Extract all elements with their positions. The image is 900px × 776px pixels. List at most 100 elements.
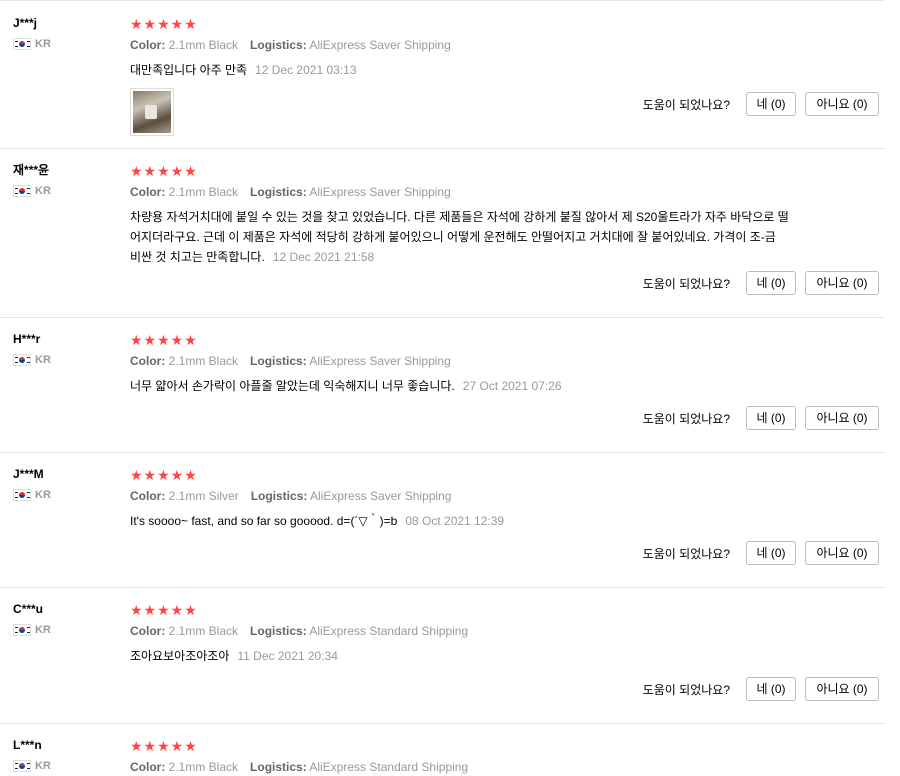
color-value: 2.1mm Black: [168, 354, 239, 368]
review-content: ★★★★★ Color: 2.1mm Black Logistics: AliEx…: [130, 602, 830, 666]
reviewer-info: J***j KR: [13, 16, 123, 50]
reviewer-info: H***r KR: [13, 332, 123, 366]
review-body: 너무 얇아서 손가락이 아플줄 알았는데 익숙해지니 너무 좋습니다.: [130, 379, 455, 393]
vote-no-button[interactable]: 아니요 (0): [805, 92, 879, 116]
vote-yes-button[interactable]: 네 (0): [746, 406, 796, 430]
review-content: ★★★★★ Color: 2.1mm Black Logistics: AliEx…: [130, 738, 830, 774]
review-body: 조아요보아조아조아: [130, 649, 230, 663]
korea-flag-icon: [13, 38, 31, 50]
reviewer-name: C***u: [13, 602, 44, 616]
review-body: 대만족입니다 아주 만족: [130, 63, 248, 77]
logistics-value: AliExpress Saver Shipping: [310, 489, 452, 503]
logistics-value: AliExpress Saver Shipping: [309, 38, 451, 52]
review-text: 차량용 자석거치대에 붙일 수 있는 것을 찾고 있었습니다. 다른 제품들은 …: [130, 207, 790, 267]
reviewer-name: L***n: [13, 738, 42, 752]
review-content: ★★★★★ Color: 2.1mm Black Logistics: AliEx…: [130, 163, 830, 267]
logistics-label: Logistics:: [250, 624, 307, 638]
korea-flag-icon: [13, 354, 31, 366]
color-value: 2.1mm Black: [168, 185, 239, 199]
logistics-label: Logistics:: [250, 38, 307, 52]
review-text: It's soooo~ fast, and so far so gooood. …: [130, 511, 790, 531]
logistics-value: AliExpress Standard Shipping: [309, 624, 469, 638]
korea-flag-icon: [13, 760, 31, 772]
review-divider: [0, 587, 885, 588]
korea-flag-icon: [13, 624, 31, 636]
reviewer-name: J***M: [13, 467, 44, 481]
reviewer-country: KR: [13, 489, 123, 501]
color-label: Color:: [130, 185, 166, 199]
vote-yes-button[interactable]: 네 (0): [746, 677, 796, 701]
color-label: Color:: [130, 38, 166, 52]
country-code: KR: [35, 185, 51, 197]
helpful-vote: 도움이 되었나요? 네 (0) 아니요 (0): [643, 92, 879, 116]
review-divider: [0, 148, 885, 149]
vote-no-button[interactable]: 아니요 (0): [805, 677, 879, 701]
reviewer-name: 재***윤: [13, 163, 50, 177]
reviewer-country: KR: [13, 354, 123, 366]
color-value: 2.1mm Black: [168, 760, 239, 774]
review-attributes: Color: 2.1mm Black Logistics: AliExpress …: [130, 38, 830, 52]
review-item: 재***윤 KR ★★★★★ Color: 2.1mm Black Logisti…: [0, 163, 885, 313]
vote-no-button[interactable]: 아니요 (0): [805, 541, 879, 565]
color-value: 2.1mm Black: [168, 38, 239, 52]
review-text: 대만족입니다 아주 만족 12 Dec 2021 03:13: [130, 60, 790, 80]
review-body: It's soooo~ fast, and so far so gooood. …: [130, 514, 398, 528]
helpful-question: 도움이 되었나요?: [642, 682, 730, 697]
vote-yes-button[interactable]: 네 (0): [746, 92, 796, 116]
reviewer-info: L***n KR: [13, 738, 123, 772]
vote-no-button[interactable]: 아니요 (0): [805, 271, 879, 295]
logistics-value: AliExpress Standard Shipping: [309, 760, 469, 774]
review-date: 12 Dec 2021 21:58: [272, 250, 375, 264]
review-attributes: Color: 2.1mm Black Logistics: AliExpress …: [130, 354, 830, 368]
helpful-vote: 도움이 되었나요? 네 (0) 아니요 (0): [643, 541, 879, 565]
review-item: C***u KR ★★★★★ Color: 2.1mm Black Logisti…: [0, 602, 885, 720]
top-divider: [0, 0, 885, 1]
color-label: Color:: [130, 760, 166, 774]
review-divider: [0, 317, 885, 318]
helpful-vote: 도움이 되었나요? 네 (0) 아니요 (0): [643, 271, 879, 295]
helpful-question: 도움이 되었나요?: [642, 546, 730, 561]
reviewer-info: C***u KR: [13, 602, 123, 636]
review-item: L***n KR ★★★★★ Color: 2.1mm Black Logisti…: [0, 738, 885, 776]
country-code: KR: [35, 489, 51, 501]
vote-yes-button[interactable]: 네 (0): [746, 541, 796, 565]
helpful-question: 도움이 되었나요?: [642, 97, 730, 112]
star-rating: ★★★★★: [130, 738, 198, 754]
reviewer-country: KR: [13, 760, 123, 772]
country-code: KR: [35, 624, 51, 636]
korea-flag-icon: [13, 185, 31, 197]
logistics-label: Logistics:: [250, 185, 307, 199]
review-attributes: Color: 2.1mm Silver Logistics: AliExpress…: [130, 489, 830, 503]
review-item: J***j KR ★★★★★ Color: 2.1mm Black Logisti…: [0, 16, 885, 146]
color-label: Color:: [130, 624, 166, 638]
review-photo-thumbnail[interactable]: [130, 88, 174, 136]
logistics-value: AliExpress Saver Shipping: [309, 354, 451, 368]
review-content: ★★★★★ Color: 2.1mm Black Logistics: AliEx…: [130, 332, 830, 396]
review-date: 08 Oct 2021 12:39: [405, 514, 505, 528]
logistics-label: Logistics:: [250, 354, 307, 368]
reviewer-name: J***j: [13, 16, 38, 30]
review-item: H***r KR ★★★★★ Color: 2.1mm Black Logisti…: [0, 332, 885, 450]
star-rating: ★★★★★: [130, 467, 198, 483]
review-text: 조아요보아조아조아 11 Dec 2021 20:34: [130, 646, 790, 666]
star-rating: ★★★★★: [130, 16, 198, 32]
reviewer-info: J***M KR: [13, 467, 123, 501]
color-label: Color:: [130, 354, 166, 368]
review-body: 차량용 자석거치대에 붙일 수 있는 것을 찾고 있었습니다. 다른 제품들은 …: [130, 210, 789, 264]
korea-flag-icon: [13, 489, 31, 501]
reviewer-country: KR: [13, 624, 123, 636]
review-divider: [0, 723, 885, 724]
review-date: 12 Dec 2021 03:13: [255, 63, 357, 77]
reviewer-info: 재***윤 KR: [13, 163, 123, 197]
vote-no-button[interactable]: 아니요 (0): [805, 406, 879, 430]
color-label: Color:: [130, 489, 166, 503]
review-divider: [0, 452, 885, 453]
star-rating: ★★★★★: [130, 602, 198, 618]
review-item: J***M KR ★★★★★ Color: 2.1mm Silver Logist…: [0, 467, 885, 585]
vote-yes-button[interactable]: 네 (0): [746, 271, 796, 295]
country-code: KR: [35, 354, 51, 366]
review-content: ★★★★★ Color: 2.1mm Black Logistics: AliEx…: [130, 16, 830, 136]
logistics-label: Logistics:: [250, 489, 308, 503]
helpful-vote: 도움이 되었나요? 네 (0) 아니요 (0): [643, 406, 879, 430]
country-code: KR: [35, 38, 51, 50]
